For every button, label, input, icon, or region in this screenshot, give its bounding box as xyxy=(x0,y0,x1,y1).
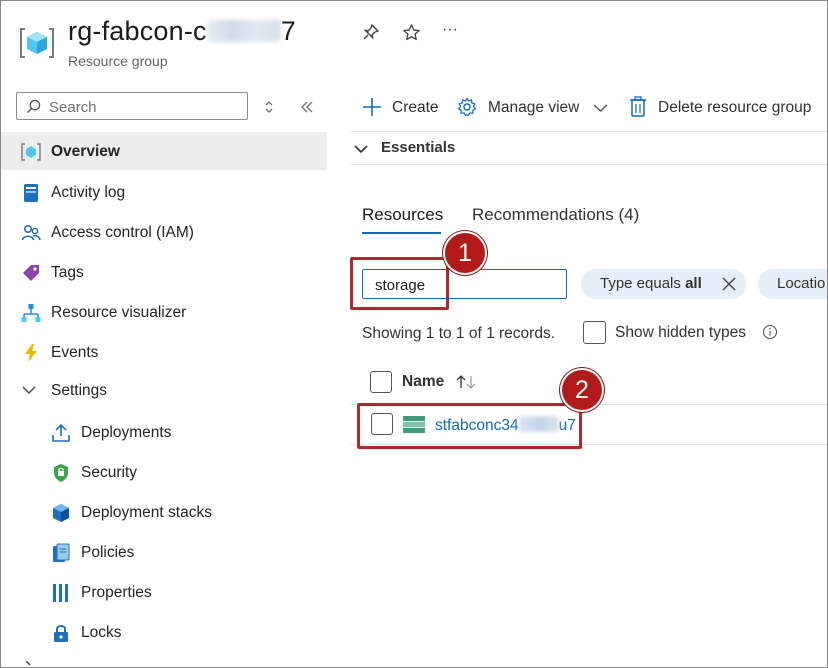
visualizer-icon xyxy=(21,304,41,322)
sidebar-item-label: Properties xyxy=(81,584,152,601)
sidebar-item-label: Events xyxy=(51,344,99,361)
sidebar-item-access-control[interactable]: Access control (IAM) xyxy=(1,213,327,251)
tab-resources[interactable]: Resources xyxy=(362,205,443,225)
sort-icon[interactable] xyxy=(454,374,478,390)
chevron-down-icon xyxy=(593,104,608,112)
sidebar-item-label: Overview xyxy=(51,143,120,160)
sidebar-item-overview[interactable]: Overview xyxy=(1,132,327,170)
activity-log-icon xyxy=(24,184,38,202)
trash-icon xyxy=(630,96,646,117)
sidebar-search-input[interactable] xyxy=(47,96,241,118)
location-filter-pill[interactable]: Locatio xyxy=(758,269,827,299)
portal-window: rg-fabcon-c7 Resource group ··· Overview xyxy=(0,0,828,668)
sidebar-item-activity-log[interactable]: Activity log xyxy=(1,173,327,211)
pin-icon[interactable] xyxy=(362,23,380,41)
sidebar-item-properties[interactable]: Properties xyxy=(1,573,327,611)
callout-badge: 1 xyxy=(445,233,485,273)
sidebar-item-label: Policies xyxy=(81,544,135,561)
sidebar-item-label: Resource visualizer xyxy=(51,304,187,321)
resource-group-icon xyxy=(21,143,41,161)
records-count: Showing 1 to 1 of 1 records. xyxy=(362,325,556,342)
star-icon[interactable] xyxy=(402,23,421,42)
type-filter-pill[interactable]: Type equals all xyxy=(581,269,746,299)
sidebar-item-resource-visualizer[interactable]: Resource visualizer xyxy=(1,293,327,331)
delete-label: Delete resource group xyxy=(658,99,812,116)
cube-icon xyxy=(53,504,69,522)
sidebar-item-label: Tags xyxy=(51,264,84,281)
sidebar-item-deployment-stacks[interactable]: Deployment stacks xyxy=(1,493,327,531)
chevron-right-icon[interactable] xyxy=(21,661,37,668)
upload-icon xyxy=(52,423,70,442)
select-all-checkbox[interactable] xyxy=(370,371,392,393)
sort-toggle-icon[interactable] xyxy=(263,100,275,114)
page-subtitle: Resource group xyxy=(68,53,168,69)
shield-icon xyxy=(54,464,68,482)
active-tab-indicator xyxy=(362,232,441,234)
sidebar-item-security[interactable]: Security xyxy=(1,453,327,491)
divider xyxy=(351,131,827,132)
collapse-sidebar-icon[interactable] xyxy=(300,101,314,113)
redacted-region xyxy=(206,19,281,42)
show-hidden-checkbox[interactable] xyxy=(583,321,606,344)
essentials-label: Essentials xyxy=(381,139,456,156)
sidebar-item-policies[interactable]: Policies xyxy=(1,533,327,571)
close-icon[interactable] xyxy=(722,277,736,291)
document-icon xyxy=(53,543,70,562)
search-icon xyxy=(26,99,41,114)
sidebar-item-deployments[interactable]: Deployments xyxy=(1,413,327,451)
callout-highlight xyxy=(350,257,449,310)
sidebar-search[interactable] xyxy=(16,92,248,120)
sidebar-item-label: Deployments xyxy=(81,424,172,441)
essentials-toggle[interactable]: Essentials xyxy=(353,139,483,161)
sidebar-item-label: Access control (IAM) xyxy=(51,224,194,241)
resource-group-icon xyxy=(20,28,54,58)
page-title: rg-fabcon-c 7 xyxy=(68,16,296,46)
gear-icon xyxy=(457,97,477,117)
chevron-down-icon xyxy=(354,145,368,154)
lock-icon xyxy=(54,625,68,642)
location-filter-label: Locatio xyxy=(777,275,826,292)
callout-badge: 2 xyxy=(562,370,602,410)
sidebar-item-tags[interactable]: Tags xyxy=(1,253,327,291)
sidebar-item-label: Activity log xyxy=(51,184,126,201)
info-icon[interactable] xyxy=(762,324,778,340)
tab-recommendations[interactable]: Recommendations (4) xyxy=(472,205,639,225)
manage-view-label: Manage view xyxy=(488,99,580,116)
sidebar-item-events[interactable]: Events xyxy=(1,333,327,371)
lightning-icon xyxy=(25,344,37,362)
sidebar-item-label: Settings xyxy=(51,382,108,399)
sidebar-item-locks[interactable]: Locks xyxy=(1,613,327,651)
tag-icon xyxy=(23,265,39,281)
create-label: Create xyxy=(392,99,439,116)
divider xyxy=(351,164,827,165)
people-icon xyxy=(21,224,41,241)
sidebar-item-label: Locks xyxy=(81,624,122,641)
sidebar-item-label: Security xyxy=(81,464,137,481)
plus-icon xyxy=(363,98,381,116)
more-options-button[interactable]: ··· xyxy=(442,21,458,39)
show-hidden-label: Show hidden types xyxy=(615,324,746,341)
type-filter-label: Type equals all xyxy=(600,275,702,292)
sidebar-group-settings[interactable]: Settings xyxy=(1,371,327,409)
callout-highlight xyxy=(357,403,582,449)
manage-view-button[interactable]: Manage view xyxy=(457,96,609,120)
sidebar-item-label: Deployment stacks xyxy=(81,504,212,521)
column-header-name[interactable]: Name xyxy=(402,373,444,391)
bars-icon xyxy=(53,584,68,602)
chevron-down-icon xyxy=(22,386,36,394)
